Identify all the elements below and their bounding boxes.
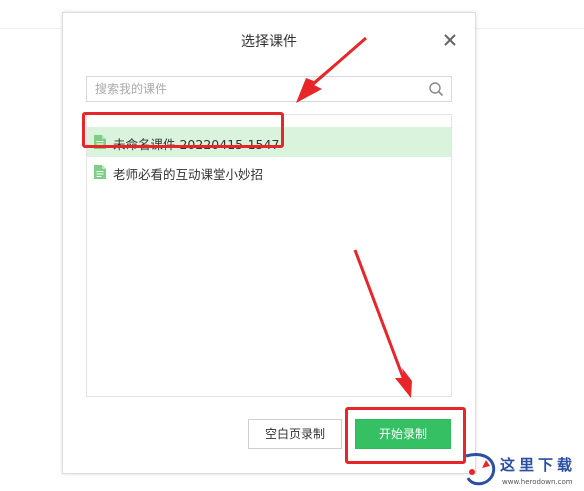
search-box [86,76,452,102]
file-name: 老师必看的互动课堂小妙招 [113,167,264,182]
courseware-list: 未命名课件 20220415-1547 老师必看的互动课堂小妙招 [86,114,452,397]
highlight-box-start-button [345,407,466,464]
select-courseware-dialog: 选择课件 未命名课件 20220415-1547 [62,12,476,474]
watermark-url: www.herodown.com [502,478,573,486]
watermark-logo-icon [465,453,496,486]
watermark: 这里下载 www.herodown.com [458,450,582,490]
close-icon [444,34,456,46]
highlight-box-file [82,112,284,148]
dialog-title: 选择课件 [241,34,297,50]
watermark-title: 这里下载 [500,456,577,474]
close-button[interactable] [439,29,461,51]
search-input[interactable] [87,77,417,101]
search-icon[interactable] [428,81,444,97]
blank-page-record-button[interactable]: 空白页录制 [248,419,342,449]
document-icon [94,165,106,179]
list-item[interactable]: 老师必看的互动课堂小妙招 [87,157,451,187]
